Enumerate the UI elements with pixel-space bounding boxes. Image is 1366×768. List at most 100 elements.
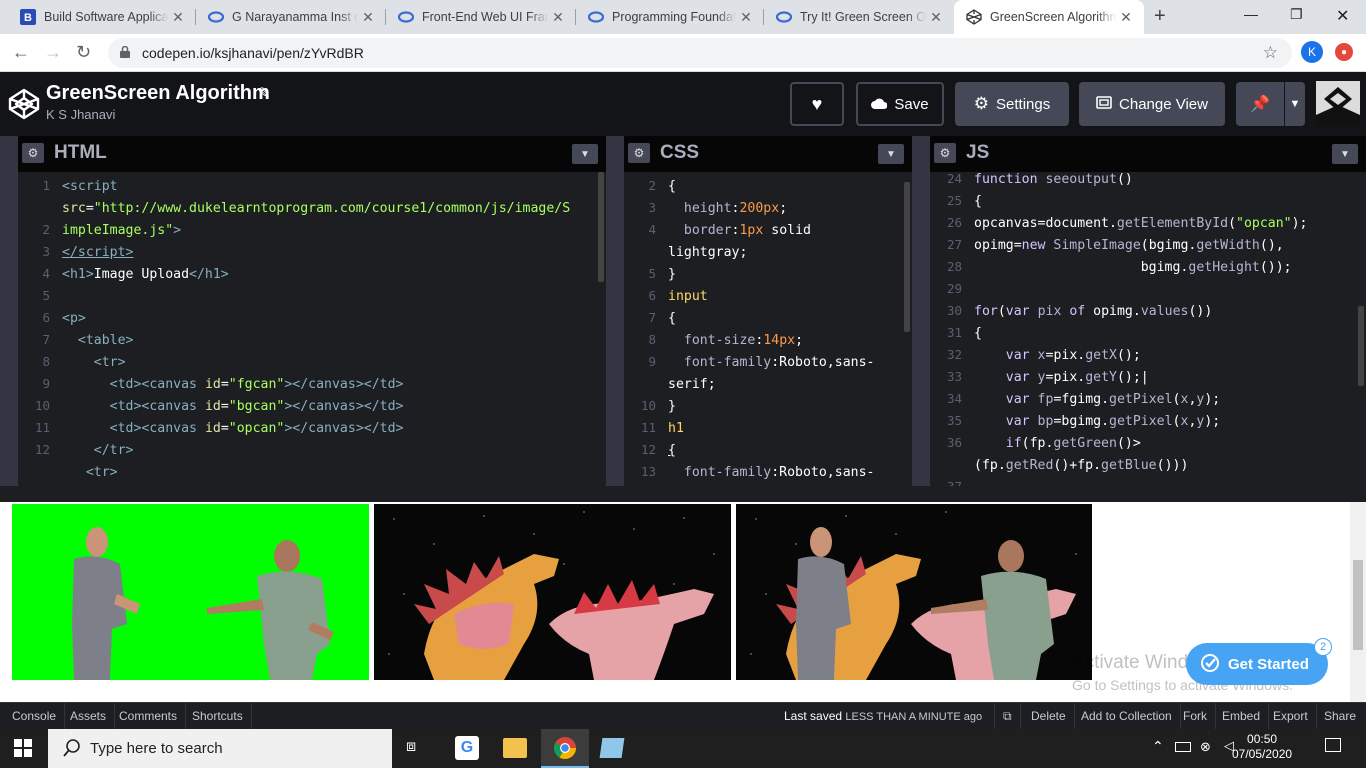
chevron-down-icon[interactable]: ▼ — [1332, 144, 1358, 164]
gear-icon[interactable]: ⚙ — [934, 143, 956, 163]
share-button[interactable]: Share — [1316, 703, 1364, 729]
back-arrow-icon[interactable]: ← — [12, 42, 30, 63]
result-scrollbar[interactable] — [1350, 502, 1366, 702]
bookmark-star-icon[interactable]: ☆ — [1263, 43, 1278, 63]
shortcuts-button[interactable]: Shortcuts — [184, 703, 252, 729]
change-view-button[interactable]: Change View — [1079, 82, 1225, 126]
line-number: 28 — [946, 259, 962, 274]
line-number: 31 — [946, 325, 962, 340]
save-button[interactable]: Save — [856, 82, 944, 126]
taskbar-search-box[interactable]: Type here to search — [48, 729, 392, 768]
panel-title: CSS — [660, 142, 700, 163]
scrollbar[interactable] — [904, 182, 910, 332]
network-icon[interactable]: ⊗ — [1200, 739, 1211, 755]
url-field[interactable]: codepen.io/ksjhanavi/pen/zYvRdBR ☆ — [108, 38, 1292, 68]
open-external-button[interactable]: ⧉ — [994, 703, 1021, 729]
line-number: 35 — [946, 413, 962, 428]
close-icon[interactable]: ✕ — [736, 9, 756, 26]
windows-taskbar: Type here to search ⧈ G ⌃ ⊗ ◁ 00:50 07/0… — [0, 729, 1366, 768]
save-label: Save — [894, 95, 929, 113]
window-close-icon[interactable]: ✕ — [1336, 6, 1349, 26]
settings-label: Settings — [996, 95, 1051, 113]
line-number: 29 — [946, 281, 962, 296]
pen-author[interactable]: K S Jhanavi — [46, 107, 115, 122]
heart-button[interactable]: ♥ — [790, 82, 844, 126]
app-icon[interactable] — [599, 738, 625, 758]
restore-icon[interactable]: ❐ — [1290, 6, 1303, 23]
line-number: 2 — [42, 222, 50, 237]
console-button[interactable]: Console — [4, 703, 66, 729]
js-code-area[interactable]: 24 25 26 27 28 29 30 31 32 33 34 35 36 37 function se… — [930, 172, 1366, 486]
profile-avatar[interactable]: K — [1301, 41, 1323, 63]
reload-icon[interactable]: ↻ — [76, 42, 91, 63]
gear-icon[interactable]: ⚙ — [628, 143, 650, 163]
tab-title: Build Software Applicat — [44, 10, 168, 24]
settings-button[interactable]: ⚙ Settings — [955, 82, 1069, 126]
browser-tab[interactable]: Try It! Green Screen Onl ✕ — [764, 0, 954, 34]
chevron-down-icon: ▼ — [1289, 98, 1301, 110]
close-icon[interactable]: ✕ — [1116, 9, 1136, 26]
close-icon[interactable]: ✕ — [358, 9, 378, 26]
line-number: 4 — [648, 222, 656, 237]
minimize-icon[interactable]: — — [1244, 6, 1258, 22]
code-text: { height:200px; border:1px solid lightgr… — [668, 179, 875, 480]
result-resize-bar[interactable] — [0, 486, 1366, 502]
extension-icon[interactable]: ● — [1335, 43, 1353, 61]
line-number: 25 — [946, 193, 962, 208]
line-number: 9 — [42, 376, 50, 391]
taskbar-clock[interactable]: 00:50 07/05/2020 — [1232, 732, 1292, 762]
windows-start-icon[interactable] — [14, 739, 32, 757]
line-number: 10 — [640, 398, 656, 413]
forward-arrow-icon[interactable]: → — [44, 42, 62, 63]
fork-button[interactable]: Fork — [1175, 703, 1216, 729]
dinosaur-right — [549, 580, 714, 680]
scrollbar[interactable] — [598, 172, 604, 282]
codepen-logo-icon[interactable] — [8, 88, 40, 120]
get-started-button[interactable]: Get Started — [1186, 643, 1328, 685]
close-icon[interactable]: ✕ — [168, 9, 188, 26]
panel-resizer[interactable] — [0, 136, 18, 486]
b-logo-icon: B — [20, 9, 36, 25]
new-tab-icon[interactable]: + — [1154, 5, 1166, 28]
assets-button[interactable]: Assets — [62, 703, 116, 729]
pen-title[interactable]: GreenScreen Algorithm — [46, 82, 270, 105]
chevron-down-icon[interactable]: ▼ — [878, 144, 904, 164]
user-avatar[interactable] — [1316, 81, 1360, 127]
gear-icon[interactable]: ⚙ — [22, 143, 44, 163]
delete-button[interactable]: Delete — [1023, 703, 1075, 729]
heart-icon: ♥ — [811, 93, 823, 114]
pencil-icon[interactable]: ✎ — [258, 84, 271, 102]
person-right — [207, 540, 334, 680]
chevron-down-icon[interactable]: ▼ — [572, 144, 598, 164]
line-number: 9 — [648, 354, 656, 369]
close-icon[interactable]: ✕ — [926, 9, 946, 26]
browser-tab[interactable]: G Narayanamma Inst of ✕ — [196, 0, 386, 34]
browser-tab-active[interactable]: GreenScreen Algorithm ✕ — [954, 0, 1144, 34]
embed-button[interactable]: Embed — [1214, 703, 1270, 729]
html-code-area[interactable]: 1 2 3 4 5 6 7 8 9 10 11 12 <script src="http://www.… — [18, 172, 606, 486]
show-hidden-icons[interactable]: ⌃ — [1152, 738, 1164, 755]
line-number: 37 — [930, 479, 962, 486]
task-view-icon[interactable]: ⧈ — [406, 738, 416, 756]
line-number: 6 — [42, 310, 50, 325]
line-number: 5 — [648, 266, 656, 281]
scrollbar[interactable] — [1358, 306, 1364, 386]
close-icon[interactable]: ✕ — [548, 9, 568, 26]
browser-tab[interactable]: Programming Foundati ✕ — [576, 0, 764, 34]
gear-icon: ⚙ — [973, 94, 990, 113]
file-explorer-icon[interactable] — [503, 738, 527, 758]
browser-tab[interactable]: Front-End Web UI Fram ✕ — [386, 0, 576, 34]
pin-menu-button[interactable]: ▼ — [1285, 82, 1305, 126]
add-to-collection-button[interactable]: Add to Collection — [1073, 703, 1181, 729]
export-button[interactable]: Export — [1265, 703, 1317, 729]
panel-resizer[interactable] — [606, 136, 624, 486]
notifications-icon[interactable] — [1325, 738, 1341, 752]
google-icon[interactable]: G — [455, 736, 479, 760]
browser-tab[interactable]: B Build Software Applicat ✕ — [8, 0, 196, 34]
chrome-icon[interactable] — [541, 729, 589, 768]
css-code-area[interactable]: 2 3 4 5 6 7 8 9 10 11 12 13 { height:200px; border:… — [624, 172, 912, 486]
pin-button[interactable]: 📌 — [1236, 82, 1284, 126]
comments-button[interactable]: Comments — [111, 703, 187, 729]
battery-icon[interactable] — [1175, 742, 1191, 752]
panel-resizer[interactable] — [912, 136, 930, 486]
